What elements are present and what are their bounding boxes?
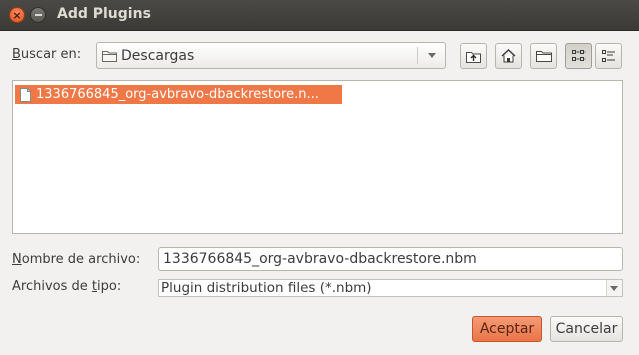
filetype-label: Archivos de tipo:: [12, 279, 122, 294]
file-name: 1336766845_org-avbravo-dbackrestore.n...: [36, 87, 319, 102]
filename-label: Nombre de archivo:: [12, 252, 141, 267]
new-folder-button[interactable]: [530, 43, 557, 69]
file-list[interactable]: 1336766845_org-avbravo-dbackrestore.n...: [12, 80, 623, 234]
filetype-select[interactable]: Plugin distribution files (*.nbm): [158, 279, 623, 297]
location-combobox[interactable]: Descargas: [96, 42, 446, 69]
up-folder-icon: [466, 51, 481, 63]
minimize-icon: [34, 14, 42, 16]
folder-icon: [102, 50, 117, 62]
details-view-icon: [601, 49, 615, 62]
close-window-button[interactable]: ×: [9, 7, 25, 23]
details-view-button[interactable]: [595, 43, 622, 69]
close-icon: ×: [12, 8, 22, 22]
chevron-down-icon: [610, 286, 618, 291]
location-label: Buscar en:: [12, 47, 82, 62]
up-one-level-button[interactable]: [460, 43, 487, 69]
cancel-button[interactable]: Cancelar: [550, 316, 623, 342]
location-value: Descargas: [121, 47, 195, 64]
home-icon: [501, 49, 516, 63]
title-bar: × Add Plugins: [0, 0, 639, 31]
file-list-item[interactable]: 1336766845_org-avbravo-dbackrestore.n...: [15, 85, 342, 104]
add-plugins-dialog: × Add Plugins Buscar en: Descargas 13367…: [0, 0, 639, 355]
filename-input[interactable]: 1336766845_org-avbravo-dbackrestore.nbm: [158, 247, 623, 271]
accept-button[interactable]: Aceptar: [472, 316, 542, 342]
list-view-icon: [571, 50, 585, 61]
new-folder-icon: [535, 51, 552, 62]
document-icon: [20, 87, 31, 102]
home-button[interactable]: [495, 43, 522, 69]
chevron-down-icon: [428, 53, 436, 58]
window-title: Add Plugins: [57, 6, 151, 22]
minimize-window-button[interactable]: [30, 7, 46, 23]
list-view-button[interactable]: [565, 43, 592, 69]
filetype-value: Plugin distribution files (*.nbm): [161, 280, 372, 296]
